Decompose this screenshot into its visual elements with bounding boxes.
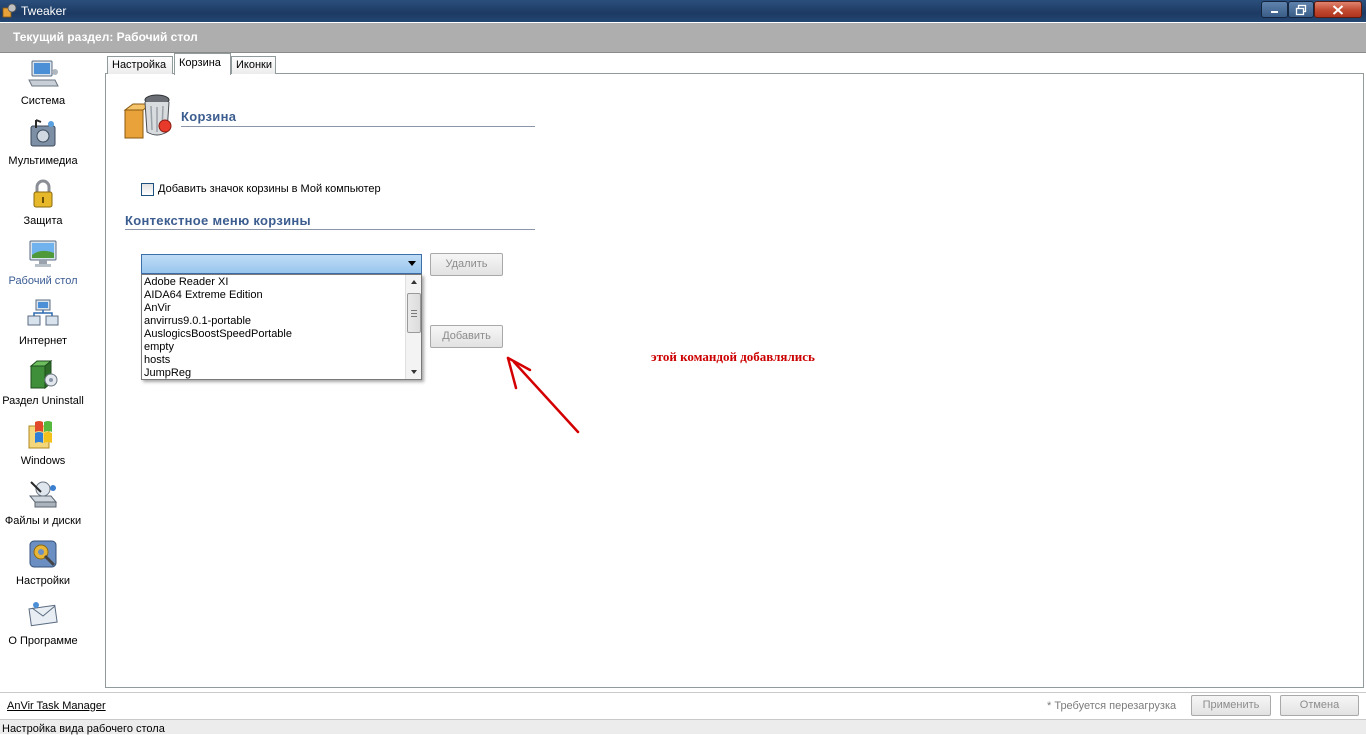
add-recycle-icon-checkbox[interactable] (141, 183, 154, 196)
sidebar-item-label: Защита (23, 215, 63, 227)
annotation-text: этой командой добавлялись (651, 349, 815, 364)
dropdown-scrollbar[interactable] (405, 275, 422, 379)
windows-icon (28, 421, 52, 449)
dropdown-list: Adobe Reader XI AIDA64 Extreme Edition A… (141, 274, 422, 380)
anvir-task-manager-link[interactable]: AnVir Task Manager (7, 700, 106, 712)
sidebar-item-label: Настройки (16, 575, 70, 587)
heading-divider (125, 229, 535, 230)
sidebar-item-windows[interactable]: Windows (0, 416, 86, 474)
cancel-button[interactable]: Отмена (1280, 695, 1359, 716)
sidebar-item-internet[interactable]: Интернет (0, 296, 86, 354)
minimize-button[interactable] (1261, 1, 1288, 18)
multimedia-icon (30, 119, 56, 147)
footer-bar: AnVir Task Manager * Требуется перезагру… (0, 692, 1366, 718)
annotation-arrow-icon (506, 356, 580, 434)
list-item[interactable]: AuslogicsBoostSpeedPortable (144, 328, 292, 341)
apply-button[interactable]: Применить (1191, 695, 1271, 716)
tab-settings[interactable]: Настройка (107, 56, 173, 74)
uninstall-icon (29, 359, 58, 390)
sidebar-item-multimedia[interactable]: Мультимедиа (0, 116, 86, 174)
scroll-down-icon[interactable] (406, 365, 422, 379)
delete-button[interactable]: Удалить (430, 253, 503, 276)
files-disks-icon (28, 481, 58, 508)
sidebar-item-label: О Программе (8, 635, 78, 647)
status-text: Настройка вида рабочего стола (2, 723, 165, 735)
sidebar-item-uninstall[interactable]: Раздел Uninstall (0, 356, 86, 414)
content-panel (105, 73, 1364, 688)
tab-icons[interactable]: Иконки (231, 56, 276, 74)
computer-icon (28, 60, 59, 87)
combobox-dropdown-button[interactable] (403, 256, 420, 272)
title-bar: Tweaker (0, 0, 1366, 22)
list-item[interactable]: AnVir (144, 302, 171, 315)
add-button[interactable]: Добавить (430, 325, 503, 348)
restore-button[interactable] (1288, 1, 1314, 18)
restart-required-note: * Требуется перезагрузка (1047, 700, 1177, 712)
network-icon (27, 299, 59, 326)
sidebar-item-settings[interactable]: Настройки (0, 536, 86, 594)
lock-icon (33, 179, 53, 208)
sidebar-item-label: Раздел Uninstall (2, 395, 84, 407)
sidebar-item-desktop[interactable]: Рабочий стол (0, 236, 86, 294)
window-title: Tweaker (21, 4, 67, 18)
sidebar-item-files-disks[interactable]: Файлы и диски (0, 476, 86, 534)
current-section-label: Текущий раздел: Рабочий стол (13, 30, 198, 44)
about-icon (28, 602, 58, 627)
minimize-icon (1270, 10, 1278, 13)
list-item[interactable]: Adobe Reader XI (144, 276, 228, 289)
sidebar-item-system[interactable]: Система (0, 56, 86, 114)
heading-divider (181, 126, 535, 127)
desktop-icon (29, 240, 57, 267)
sidebar-item-label: Интернет (19, 335, 67, 347)
sidebar-item-label: Файлы и диски (4, 515, 82, 527)
list-item[interactable]: JumpReg (144, 367, 191, 379)
list-item[interactable]: anvirrus9.0.1-portable (144, 315, 251, 328)
tab-recycle-bin[interactable]: Корзина (174, 53, 231, 75)
sidebar-item-about[interactable]: О Программе (0, 596, 86, 654)
restore-icon (1295, 4, 1307, 15)
recycle-heading: Корзина (181, 109, 237, 124)
list-item[interactable]: hosts (144, 354, 170, 367)
app-icon (2, 3, 17, 18)
settings-icon (29, 540, 57, 568)
chevron-down-icon (408, 261, 416, 266)
grip-line (411, 313, 417, 314)
sidebar: Система Мультимедиа Защита Рабочий стол (0, 54, 105, 694)
section-header: Текущий раздел: Рабочий стол (0, 23, 1366, 53)
close-icon (1332, 4, 1344, 15)
scroll-thumb[interactable] (407, 293, 421, 333)
status-bar: Настройка вида рабочего стола (0, 719, 1366, 735)
context-menu-combobox[interactable] (141, 254, 422, 274)
sidebar-item-label: Мультимедиа (8, 155, 78, 167)
sidebar-item-label: Рабочий стол (8, 275, 78, 287)
scroll-up-icon[interactable] (406, 275, 422, 289)
sidebar-item-label: Windows (20, 455, 66, 467)
recycle-bin-icon (123, 94, 172, 139)
sidebar-item-security[interactable]: Защита (0, 176, 86, 234)
grip-line (411, 310, 417, 311)
sidebar-item-label: Система (20, 95, 66, 107)
list-item[interactable]: AIDA64 Extreme Edition (144, 289, 263, 302)
context-menu-heading: Контекстное меню корзины (125, 213, 311, 228)
add-recycle-icon-label: Добавить значок корзины в Мой компьютер (158, 183, 381, 195)
grip-line (411, 316, 417, 317)
close-button[interactable] (1314, 1, 1362, 18)
list-item[interactable]: empty (144, 341, 174, 354)
